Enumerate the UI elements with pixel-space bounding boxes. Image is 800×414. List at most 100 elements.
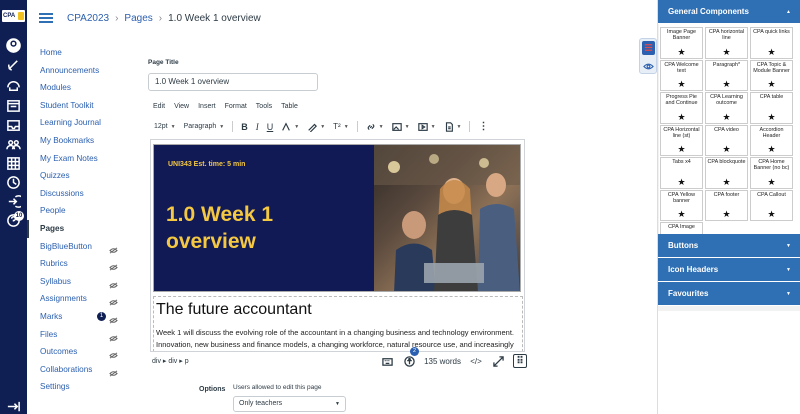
page-title-input[interactable]: 1.0 Week 1 overview [148, 73, 318, 91]
component-tile[interactable]: CPA Yellow banner ★ [660, 189, 703, 221]
fullscreen-icon[interactable] [491, 354, 505, 368]
component-tile[interactable]: CPA horizontal line ★ [705, 27, 748, 59]
favourite-star-icon[interactable]: ★ [751, 210, 792, 219]
component-tile[interactable]: Tabs x4 ★ [660, 157, 703, 189]
component-tile[interactable]: CPA Topic & Module Banner ★ [750, 59, 793, 91]
favourite-star-icon[interactable]: ★ [706, 47, 747, 57]
course-nav-item[interactable]: Files [27, 326, 122, 344]
menu-insert[interactable]: Insert [198, 103, 216, 110]
superscript-icon[interactable]: T² ▼ [329, 118, 353, 135]
course-nav-item[interactable]: Syllabus [27, 273, 122, 291]
course-nav-item[interactable]: Quizzes [27, 167, 122, 185]
course-nav-item[interactable]: Learning Journal [27, 114, 122, 132]
accordion-buttons[interactable]: Buttons ▼ [658, 234, 800, 258]
accordion-favourites[interactable]: Favourites ▼ [658, 282, 800, 306]
html-editor-icon[interactable]: </> [469, 354, 483, 368]
course-nav-item[interactable]: Discussions [27, 185, 122, 203]
component-tile[interactable]: CPA Learning outcome ★ [705, 92, 748, 124]
course-nav-item[interactable]: Home [27, 44, 122, 62]
favourite-star-icon[interactable]: ★ [751, 80, 792, 89]
keyboard-shortcuts-icon[interactable] [380, 354, 394, 368]
component-list-icon[interactable] [642, 41, 655, 55]
grid-icon[interactable] [5, 155, 22, 172]
component-tile[interactable]: CPA video ★ [705, 124, 748, 156]
component-tile[interactable]: CPA table ★ [750, 92, 793, 124]
component-tile[interactable]: Accordion Header ★ [750, 124, 793, 156]
favourite-star-icon[interactable]: ★ [661, 145, 702, 154]
hamburger-menu-icon[interactable] [39, 13, 53, 23]
dashboard-icon[interactable] [5, 57, 22, 74]
more-options-icon[interactable]: ⋮ [474, 118, 492, 135]
course-nav-item[interactable]: Modules [27, 79, 122, 97]
component-tile[interactable]: Image Page Banner ★ [660, 27, 703, 59]
component-tile[interactable]: Paragraph* ★ [705, 59, 748, 91]
favourite-star-icon[interactable]: ★ [661, 177, 702, 187]
favourite-star-icon[interactable]: ★ [706, 80, 747, 89]
collapse-nav-icon[interactable] [5, 398, 22, 414]
resize-handle-icon[interactable]: ⠿ [513, 354, 527, 368]
favourite-star-icon[interactable]: ★ [661, 112, 702, 122]
favourite-star-icon[interactable]: ★ [751, 112, 792, 122]
menu-edit[interactable]: Edit [153, 103, 165, 110]
media-icon[interactable]: ▼ [414, 118, 440, 135]
inbox-icon[interactable] [5, 117, 22, 134]
menu-table[interactable]: Table [281, 103, 298, 110]
component-tile[interactable]: Progress Pie and Continue ★ [660, 92, 703, 124]
word-count[interactable]: 135 words [424, 357, 461, 366]
component-tile[interactable]: CPA quick links ★ [750, 27, 793, 59]
course-nav-item[interactable]: Outcomes [27, 343, 122, 361]
cpa-logo[interactable]: CPA [2, 10, 25, 22]
font-size-select[interactable]: 12pt ▼ [150, 118, 180, 135]
component-tile[interactable]: CPA Horizontal line (st) ★ [660, 124, 703, 156]
document-icon[interactable]: ▼ [440, 118, 466, 135]
course-nav-item[interactable]: People [27, 202, 122, 220]
favourite-star-icon[interactable]: ★ [751, 47, 792, 57]
breadcrumb-course[interactable]: CPA2023 [67, 13, 109, 24]
course-nav-item[interactable]: My Exam Notes [27, 150, 122, 168]
course-nav-item[interactable]: Marks 1 [27, 308, 122, 326]
component-panel-toggle[interactable] [639, 38, 657, 74]
accordion-general-components[interactable]: General Components ▲ [658, 0, 800, 24]
editor-content-area[interactable]: UNI343 Est. time: 5 min 1.0 Week 1 overv… [150, 139, 525, 352]
course-nav-item[interactable]: Rubrics [27, 255, 122, 273]
italic-icon[interactable]: I [252, 118, 263, 135]
preview-eye-icon[interactable] [643, 59, 654, 70]
groups-icon[interactable] [5, 136, 22, 153]
menu-tools[interactable]: Tools [256, 103, 272, 110]
course-nav-item[interactable]: BigBlueButton [27, 238, 122, 256]
course-nav-item[interactable]: Student Toolkit [27, 97, 122, 115]
favourite-star-icon[interactable]: ★ [706, 145, 747, 154]
favourite-star-icon[interactable]: ★ [751, 177, 792, 187]
course-nav-item[interactable]: Assignments [27, 290, 122, 308]
text-color-icon[interactable]: ▼ [277, 118, 303, 135]
course-nav-item[interactable]: My Bookmarks [27, 132, 122, 150]
underline-icon[interactable]: U [263, 118, 278, 135]
accordion-icon-headers[interactable]: Icon Headers ▼ [658, 258, 800, 282]
highlight-icon[interactable]: ▼ [303, 118, 329, 135]
component-tile[interactable]: CPA Callout ★ [750, 189, 793, 221]
menu-view[interactable]: View [174, 103, 189, 110]
favourite-star-icon[interactable]: ★ [751, 145, 792, 154]
favourite-star-icon[interactable]: ★ [661, 210, 702, 219]
login-icon[interactable] [5, 193, 22, 210]
course-nav-item[interactable]: Collaborations [27, 361, 122, 379]
menu-format[interactable]: Format [225, 103, 247, 110]
link-icon[interactable]: ▼ [362, 118, 388, 135]
block-format-select[interactable]: Paragraph ▼ [180, 118, 229, 135]
favourite-star-icon[interactable]: ★ [661, 47, 702, 57]
component-tile[interactable]: CPA footer ★ [705, 189, 748, 221]
course-nav-item[interactable]: Pages [27, 219, 122, 238]
course-nav-item[interactable]: Announcements [27, 62, 122, 80]
favourite-star-icon[interactable]: ★ [706, 177, 747, 187]
favourite-star-icon[interactable]: ★ [661, 80, 702, 89]
favourite-star-icon[interactable]: ★ [706, 210, 747, 219]
accessibility-checker-icon[interactable]: 2 [402, 347, 420, 368]
content-block[interactable]: The future accountant Week 1 will discus… [153, 296, 523, 351]
component-tile[interactable]: CPA blockquote ★ [705, 157, 748, 189]
course-nav-item[interactable]: Settings [27, 378, 122, 396]
component-tile[interactable]: CPA Home Banner (no bc) ★ [750, 157, 793, 189]
history-icon[interactable] [5, 174, 22, 191]
bold-icon[interactable]: B [237, 118, 252, 135]
breadcrumb-pages[interactable]: Pages [124, 13, 152, 24]
calendar-icon[interactable] [5, 97, 22, 114]
